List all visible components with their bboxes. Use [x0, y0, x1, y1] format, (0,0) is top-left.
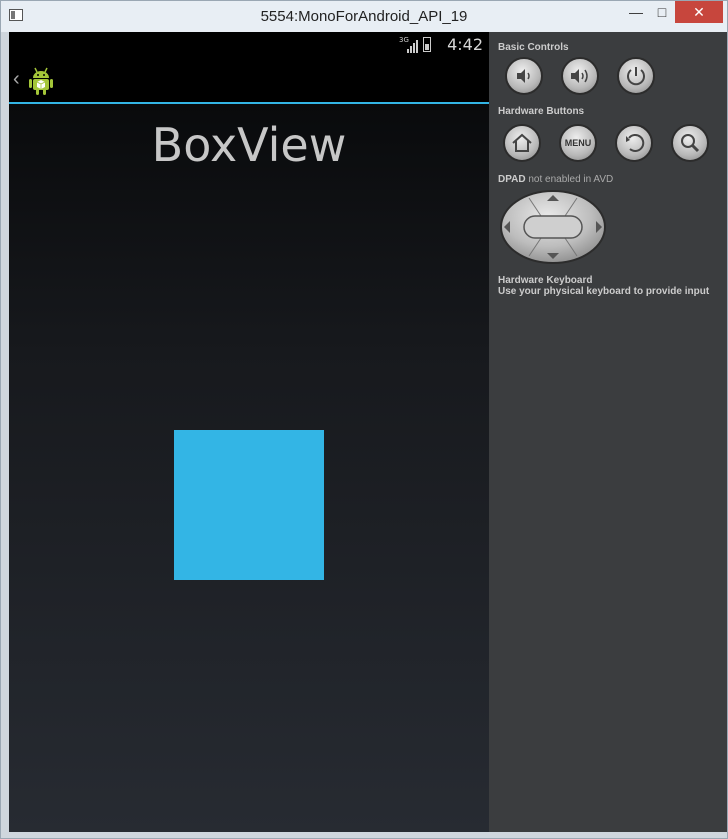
dpad-label: DPAD not enabled in AVD	[498, 174, 613, 185]
battery-icon	[423, 37, 431, 52]
maximize-button[interactable]: □	[649, 1, 675, 23]
volume-down-icon	[517, 69, 530, 83]
android-robot-icon[interactable]	[27, 66, 55, 96]
dpad-note: not enabled in AVD	[528, 174, 614, 185]
box-view	[174, 430, 324, 580]
status-bar: 3G 4:42	[9, 32, 489, 57]
emulator-window: 5554:MonoForAndroid_API_19 — □ ✕ 3G 4:42…	[0, 0, 728, 839]
page-title: BoxView	[151, 118, 347, 172]
dpad[interactable]	[499, 189, 607, 265]
home-button[interactable]	[503, 124, 541, 162]
hardware-keyboard-note: Use your physical keyboard to provide in…	[498, 286, 710, 297]
device-screen[interactable]: 3G 4:42 ‹ BoxView	[9, 32, 489, 832]
back-arrow-icon	[626, 133, 645, 152]
hardware-keyboard-label: Hardware Keyboard	[498, 275, 593, 286]
search-button[interactable]	[671, 124, 709, 162]
minimize-button[interactable]: —	[623, 1, 649, 23]
home-icon	[512, 133, 532, 152]
power-button[interactable]	[617, 57, 655, 95]
search-icon	[681, 134, 700, 153]
back-button[interactable]	[615, 124, 653, 162]
menu-button-label: MENU	[564, 138, 592, 148]
window-title: 5554:MonoForAndroid_API_19	[260, 8, 468, 25]
dpad-title: DPAD	[498, 174, 526, 185]
signal-icon	[407, 40, 419, 53]
close-button[interactable]: ✕	[675, 1, 723, 23]
volume-down-button[interactable]	[505, 57, 543, 95]
menu-button[interactable]: MENU	[559, 124, 597, 162]
status-icons: 3G	[399, 36, 437, 54]
up-caret-icon[interactable]: ‹	[13, 68, 20, 91]
action-bar: ‹	[9, 57, 489, 104]
volume-up-icon	[571, 69, 588, 83]
emulator-controls-panel: Basic Controls Hardware Buttons MENU DPA…	[489, 32, 727, 832]
title-bar[interactable]: 5554:MonoForAndroid_API_19 — □ ✕	[1, 1, 727, 32]
dpad-icon	[500, 190, 606, 264]
hardware-buttons-label: Hardware Buttons	[498, 106, 585, 117]
volume-up-button[interactable]	[561, 57, 599, 95]
power-icon	[627, 67, 645, 86]
status-clock: 4:42	[447, 35, 483, 54]
basic-controls-label: Basic Controls	[498, 42, 569, 53]
